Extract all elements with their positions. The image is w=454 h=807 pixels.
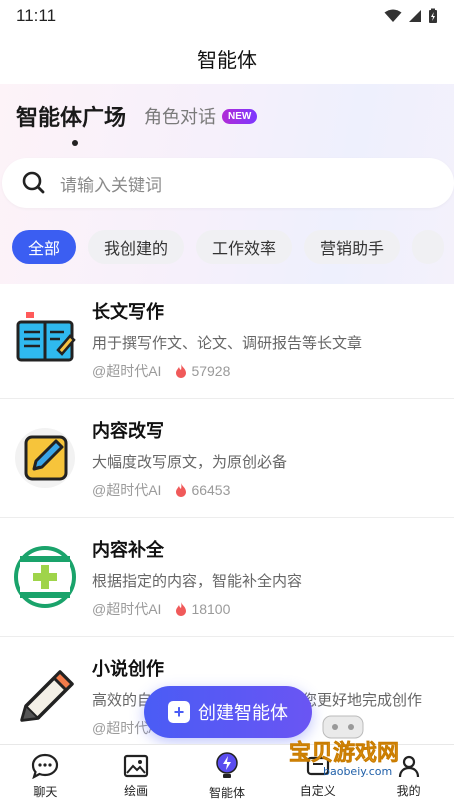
image-icon (124, 754, 149, 777)
chip-all[interactable]: 全部 (12, 230, 77, 264)
item-hot: 66453 (175, 482, 230, 498)
profile-icon (398, 755, 419, 777)
status-icons (384, 8, 438, 24)
tab-indicator-dot (72, 140, 78, 146)
nav-custom-label: 自定义 (299, 783, 336, 798)
item-hot: 57928 (175, 363, 230, 379)
item-body: 内容补全 根据指定的内容，智能补全内容 @超时代AI 18100 (92, 536, 442, 619)
item-body: 内容改写 大幅度改写原文，为原创必备 @超时代AI 66453 (92, 417, 442, 500)
chip-more[interactable] (412, 230, 445, 264)
flame-icon (176, 482, 187, 497)
nav-profile[interactable]: 我的 (374, 754, 444, 799)
nav-custom[interactable]: 自定义 (283, 754, 353, 799)
bottom-nav: 聊天 绘画 智能体 自定义 我的 (0, 744, 454, 807)
item-body: 长文写作 用于撰写作文、论文、调研报告等长文章 @超时代AI 57928 (92, 298, 442, 381)
item-count: 57928 (191, 362, 231, 379)
category-chips: 全部 我创建的 工作效率 营销助手 (12, 230, 454, 264)
search-icon (22, 171, 45, 194)
list-item[interactable]: 内容补全 根据指定的内容，智能补全内容 @超时代AI 18100 (0, 518, 454, 637)
item-meta: @超时代AI 66453 (92, 480, 442, 500)
agent-list: 长文写作 用于撰写作文、论文、调研报告等长文章 @超时代AI 57928 内容改… (0, 280, 454, 756)
battery-icon (429, 8, 437, 23)
item-author: @超时代AI (92, 362, 162, 379)
create-agent-button[interactable]: + 创建智能体 (144, 686, 312, 738)
signal-icon (409, 10, 421, 22)
list-item[interactable]: 长文写作 用于撰写作文、论文、调研报告等长文章 @超时代AI 57928 (0, 280, 454, 399)
page-title-bar: 智能体 (0, 32, 454, 84)
nav-agent-label: 智能体 (208, 785, 245, 800)
flame-icon (176, 363, 187, 378)
page-title: 智能体 (197, 49, 257, 72)
nav-chat-label: 聊天 (33, 784, 58, 799)
item-title: 长文写作 (92, 301, 164, 322)
wifi-icon (384, 9, 402, 22)
create-agent-label: 创建智能体 (198, 703, 288, 723)
tab-agent-square-label: 智能体广场 (16, 105, 127, 130)
item-count: 66453 (191, 481, 231, 498)
flame-icon (176, 601, 187, 616)
item-description: 大幅度改写原文，为原创必备 (92, 453, 288, 471)
nav-draw[interactable]: 绘画 (101, 754, 171, 799)
custom-icon (306, 756, 329, 775)
nav-chat[interactable]: 聊天 (10, 753, 80, 800)
tab-role-chat-label: 角色对话 (144, 107, 217, 127)
tab-agent-square[interactable]: 智能体广场 (16, 96, 127, 146)
nav-profile-label: 我的 (396, 783, 421, 798)
chat-icon (32, 753, 59, 779)
plus-icon: + (168, 701, 190, 723)
item-title: 小说创作 (92, 659, 164, 679)
item-author: @超时代AI (92, 600, 162, 617)
pencil-icon (20, 669, 74, 722)
status-bar: 11:11 (0, 0, 454, 32)
agent-bulb-icon (216, 751, 238, 778)
item-title: 内容改写 (92, 420, 164, 441)
chip-marketing[interactable]: 营销助手 (304, 230, 401, 264)
item-count: 18100 (191, 600, 231, 617)
edit-pencil-icon (15, 428, 75, 488)
plus-circle-icon (14, 546, 76, 608)
item-meta: @超时代AI 57928 (92, 361, 442, 381)
status-time: 11:11 (16, 6, 57, 25)
search-input[interactable]: 请输入关键词 (60, 171, 162, 196)
top-tabs: 智能体广场 角色对话 NEW (16, 96, 258, 146)
nav-draw-label: 绘画 (124, 783, 149, 798)
item-author: @超时代AI (92, 481, 162, 498)
new-badge: NEW (222, 108, 258, 124)
chip-my-created[interactable]: 我创建的 (88, 230, 185, 264)
search-bar[interactable]: 请输入关键词 (2, 158, 454, 208)
tab-role-chat[interactable]: 角色对话 NEW (144, 103, 258, 129)
notebook-icon (16, 312, 76, 362)
item-description: 用于撰写作文、论文、调研报告等长文章 (92, 334, 363, 352)
chip-work-efficiency[interactable]: 工作效率 (196, 230, 293, 264)
item-description: 根据指定的内容，智能补全内容 (92, 572, 303, 590)
item-hot: 18100 (175, 601, 230, 617)
item-title: 内容补全 (92, 539, 164, 560)
nav-agent[interactable]: 智能体 (192, 751, 262, 801)
item-meta: @超时代AI 18100 (92, 599, 442, 619)
list-item[interactable]: 内容改写 大幅度改写原文，为原创必备 @超时代AI 66453 (0, 399, 454, 518)
